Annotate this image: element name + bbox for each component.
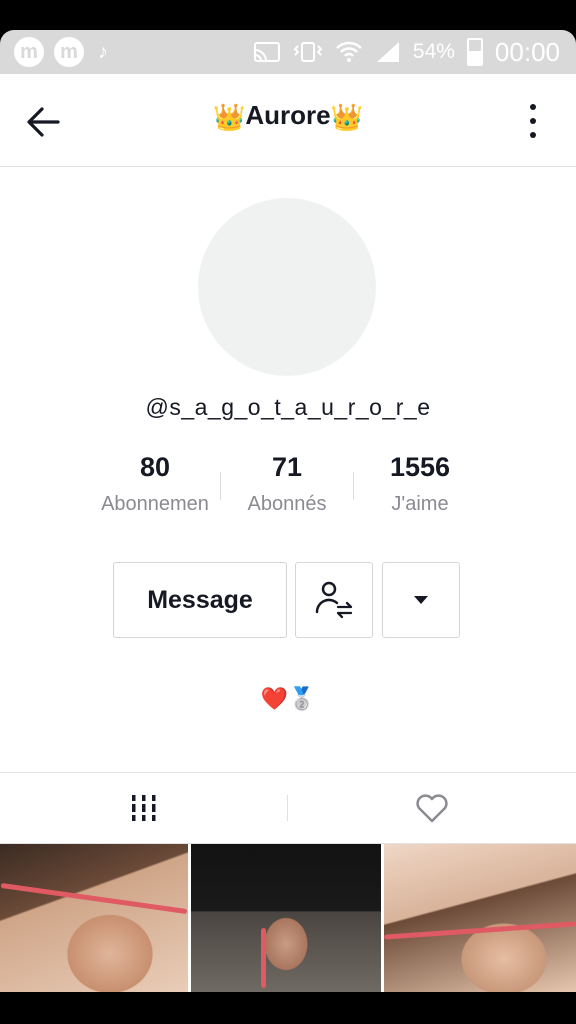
follow-toggle-button[interactable] — [295, 562, 373, 638]
more-options-button[interactable] — [528, 104, 538, 138]
notification-m-icon: m — [14, 37, 44, 67]
video-thumbnail[interactable] — [0, 844, 188, 992]
video-thumbnail[interactable] — [191, 844, 381, 992]
stat-value: 80 — [139, 452, 171, 482]
profile-name: Aurore — [245, 100, 331, 130]
tab-liked[interactable] — [288, 773, 576, 843]
caret-down-icon — [414, 596, 428, 604]
status-clock: 00:00 — [494, 36, 560, 67]
bio: ❤️🥈 — [260, 686, 316, 711]
message-button[interactable]: Message — [113, 562, 287, 638]
stat-followers[interactable]: 71 Abonnés — [230, 452, 344, 516]
stat-following[interactable]: 80 Abonnemen — [90, 452, 220, 516]
video-thumbnail[interactable] — [384, 844, 576, 992]
notification-m-icon: m — [54, 37, 84, 67]
battery-icon — [466, 38, 483, 66]
signal-icon — [376, 42, 399, 62]
hair-strand — [261, 928, 266, 988]
stat-likes: 1556 J'aime — [370, 452, 470, 516]
grid-icon — [132, 795, 156, 821]
battery-percent: 54% — [412, 40, 455, 63]
user-swap-icon — [315, 581, 353, 619]
page-title: 👑Aurore👑 — [0, 100, 576, 133]
more-vertical-icon — [530, 104, 536, 110]
tab-videos[interactable] — [0, 773, 288, 843]
vibrate-icon — [293, 42, 323, 62]
video-grid — [0, 844, 576, 992]
profile-stats: 80 Abonnemen 71 Abonnés 1556 J'aime — [80, 452, 480, 532]
cast-icon — [253, 42, 280, 62]
headband — [0, 882, 188, 915]
stat-value: 71 — [271, 452, 303, 482]
username: @s_a_g_o_t_a_u_r_o_r_e — [145, 394, 431, 420]
heart-outline-icon — [416, 794, 448, 823]
more-dot — [530, 118, 536, 124]
stat-label: Abonnemen — [101, 493, 209, 515]
stat-value: 1556 — [389, 452, 451, 482]
avatar[interactable] — [198, 198, 376, 376]
crown-icon: 👑 — [330, 102, 363, 132]
profile-screen: 👑Aurore👑 @s_a_g_o_t_a_u_r_o_r_e 80 Abonn… — [0, 74, 576, 992]
stat-label: Abonnés — [247, 493, 327, 515]
content-tabs — [0, 772, 576, 844]
crown-icon: 👑 — [213, 102, 246, 132]
top-bar: 👑Aurore👑 — [0, 74, 576, 167]
stat-divider — [353, 472, 354, 500]
more-dot — [530, 132, 536, 138]
status-bar: m m ♪ 54% 00:00 — [0, 30, 576, 74]
stat-divider — [220, 472, 221, 500]
more-actions-dropdown[interactable] — [382, 562, 460, 638]
tiktok-note-icon: ♪ — [98, 40, 108, 63]
stat-label: J'aime — [391, 493, 449, 515]
wifi-icon — [336, 41, 362, 62]
headband — [384, 921, 576, 940]
